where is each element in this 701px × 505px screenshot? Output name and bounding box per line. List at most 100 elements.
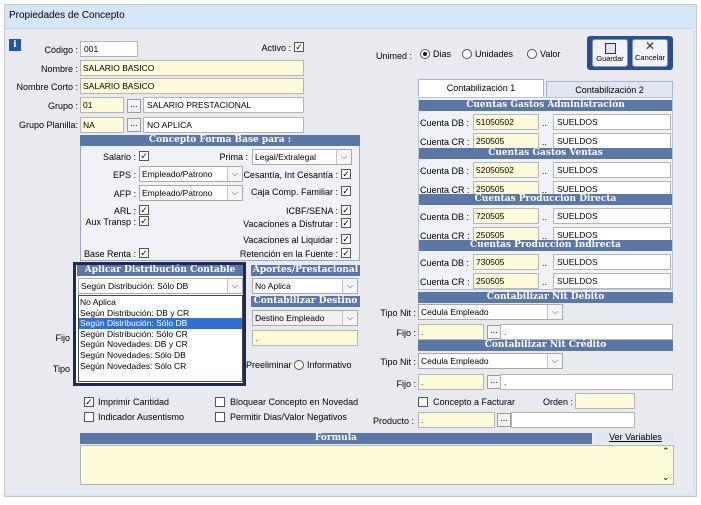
imprimir-label: Imprimir Cantidad [98,397,170,407]
nit-credito-header: Contabilizar Nit Crédito [418,340,673,351]
cuenta-db-input[interactable]: 730505 [473,254,539,270]
icbf-checkbox[interactable]: ✓ [341,205,351,215]
cuentas-header: Cuentas Gastos Administración [419,100,672,111]
unimed-unidades-label: Unidades [475,49,514,59]
distribucion-select[interactable]: Según Distribución: Sólo DB ⌵ [78,278,243,294]
chevron-down-icon: ⌵ [227,279,242,293]
cuenta-db-name: SUELDOS [553,254,671,270]
cuenta-cr-dots[interactable]: .. [542,277,547,287]
distribucion-option[interactable]: No Aplica [79,297,242,308]
cuenta-db-dots[interactable]: .. [542,118,547,128]
nombre-input[interactable]: SALARIO BASICO [80,60,304,76]
tipo-hidden-label: Tipo [52,364,70,374]
nit-credito-tipo-label: Tipo Nit : [380,357,416,367]
orden-input[interactable] [575,393,635,409]
producto-lookup-button[interactable]: ... [497,413,511,427]
nit-credito-tipo-select[interactable]: Cedula Empleado ⌵ [418,353,563,369]
cuenta-db-label: Cuenta DB : [420,118,470,128]
distribucion-option[interactable]: Según Novedades: Sólo CR [79,361,242,372]
cuenta-cr-input[interactable]: 250505 [473,133,539,149]
caja-checkbox[interactable]: ✓ [341,186,351,196]
grupo-planilla-name-input[interactable]: NO APLICA [143,117,304,133]
tab-contabilizacion-1[interactable]: Contabilización 1 [418,79,544,97]
formula-textarea[interactable] [80,445,674,485]
cuenta-cr-dots[interactable]: .. [542,137,547,147]
cuenta-db-input[interactable]: 720505 [473,208,539,224]
distribucion-options-list: No Aplica Según Distribución: DB y CR Se… [78,295,243,382]
producto-input[interactable]: . [418,412,495,428]
retencion-checkbox[interactable]: ✓ [341,248,351,258]
arl-label: ARL : [113,206,136,216]
chevron-down-icon: ⌵ [342,311,357,325]
activo-checkbox[interactable]: ✓ [294,42,304,52]
cuentas-header: Cuentas Producción Directa [419,194,672,205]
grupo-code-input[interactable]: 01 [80,97,124,113]
cuenta-db-name: SUELDOS [553,162,671,178]
cuenta-cr-label: Cuenta CR : [420,137,470,147]
cancel-button[interactable]: ✕ Cancelar [632,39,668,67]
cuenta-db-dots[interactable]: .. [542,258,547,268]
eps-label: EPS : [112,170,136,180]
ver-variables-link[interactable]: Ver Variables [597,432,674,442]
cuenta-db-dots[interactable]: .. [542,212,547,222]
producto-label: Producto : [372,416,414,426]
informativo-label: Informativo [307,360,352,370]
cuenta-db-input[interactable]: 52050502 [473,162,539,178]
producto-name-input[interactable] [511,412,635,428]
bloquear-checkbox[interactable] [215,397,225,407]
scroll-up-icon[interactable]: ⌃ [662,446,670,457]
vac-disfrutar-checkbox[interactable]: ✓ [341,218,351,228]
nit-credito-name-input[interactable]: . [500,374,673,390]
save-button[interactable]: Guardar [592,39,628,67]
orden-label: Orden : [542,397,573,407]
aportes-header: Aportes/Prestacional [251,265,360,276]
unimed-valor-radio[interactable] [527,49,537,59]
imprimir-checkbox[interactable]: ✓ [84,397,94,407]
nit-credito-lookup-button[interactable]: ... [487,375,501,389]
distribucion-option-selected[interactable]: Según Distribución: Sólo DB [79,318,242,329]
destino-fijo-input[interactable]: . [252,330,358,346]
base-renta-checkbox[interactable]: ✓ [139,248,149,258]
destino-select[interactable]: Destino Empleado ⌵ [252,310,358,326]
cuenta-db-dots[interactable]: .. [542,166,547,176]
aportes-select[interactable]: No Aplica ⌵ [252,278,358,294]
unimed-valor-label: Valor [540,49,561,59]
distribucion-option[interactable]: Según Distribución: DB y CR [79,308,242,319]
unimed-unidades-radio[interactable] [462,49,472,59]
cuenta-cr-input[interactable]: 250505 [473,273,539,289]
nit-credito-fijo-input[interactable]: . [418,374,484,390]
concepto-facturar-checkbox[interactable] [418,397,428,407]
nit-debito-name-input[interactable]: . [500,324,673,340]
grupo-lookup-button[interactable]: ... [127,99,141,113]
vac-liquidar-checkbox[interactable]: ✓ [341,234,351,244]
eps-select[interactable]: Empleado/Patrono ⌵ [139,166,243,182]
prima-select[interactable]: Legal/Extralegal ⌵ [252,149,352,165]
permitir-checkbox[interactable] [215,412,225,422]
unimed-dias-radio[interactable] [420,49,430,59]
permitir-label: Permitir Dias/Valor Negativos [230,412,347,422]
distribucion-option[interactable]: Según Novedades: DB y CR [79,339,242,350]
distribucion-option[interactable]: Según Novedades: Sólo DB [79,350,242,361]
ausentismo-checkbox[interactable] [84,412,94,422]
chevron-down-icon: ⌵ [336,150,351,164]
informativo-radio[interactable] [294,360,304,370]
grupo-name-input[interactable]: SALARIO PRESTACIONAL [143,97,304,113]
salario-label: Salario : [102,152,136,162]
unimed-label: Unimed : [375,51,412,61]
nombre-corto-input[interactable]: SALARIO BASICO [80,78,304,94]
arl-checkbox[interactable]: ✓ [139,205,149,215]
salario-checkbox[interactable]: ✓ [139,151,149,161]
codigo-input[interactable]: 001 [80,41,138,57]
nit-debito-tipo-select[interactable]: Cedula Empleado ⌵ [418,304,563,320]
cesantia-checkbox[interactable]: ✓ [341,169,351,179]
aux-transp-checkbox[interactable]: ✓ [139,216,149,226]
nit-debito-fijo-input[interactable]: . [418,324,484,340]
grupo-planilla-code-input[interactable]: NA [80,117,124,133]
scroll-down-icon[interactable]: ⌄ [662,472,670,483]
grupo-planilla-lookup-button[interactable]: ... [127,118,141,132]
nit-debito-lookup-button[interactable]: ... [487,325,501,339]
afp-select[interactable]: Empleado/Patrono ⌵ [139,185,243,201]
distribucion-option[interactable]: Según Distribución: Sólo CR [79,329,242,340]
cuenta-db-input[interactable]: 51050502 [473,114,539,130]
concepto-facturar-label: Concepto a Facturar [433,397,516,407]
